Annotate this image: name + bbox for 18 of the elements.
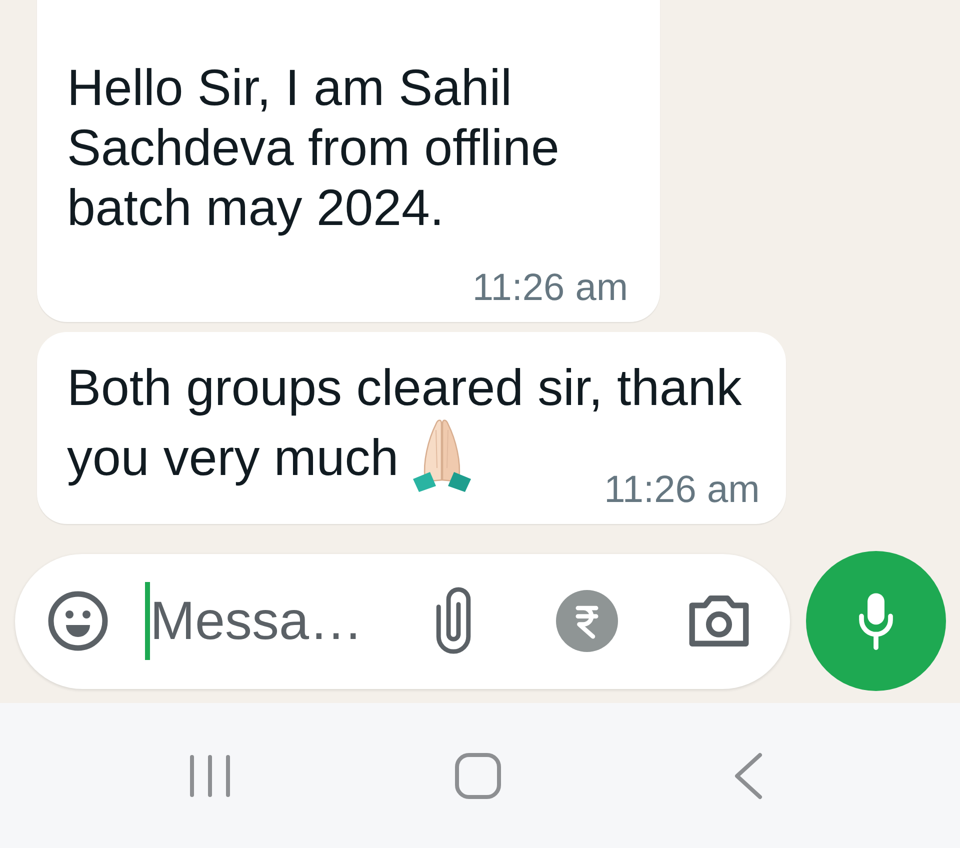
message-field[interactable]: Messa… <box>15 554 790 688</box>
camera-icon[interactable] <box>689 595 749 647</box>
message-text: you very much <box>67 428 399 488</box>
back-icon[interactable] <box>733 752 763 800</box>
message-text: Sachdeva from offline <box>67 119 560 176</box>
message-time: 11:26 am <box>604 470 760 510</box>
message-text: batch may 2024. <box>67 178 444 238</box>
message-input[interactable]: Messa… <box>150 588 406 654</box>
home-icon[interactable] <box>455 752 501 798</box>
message-text: Both groups cleared sir, thank <box>67 359 742 416</box>
smiley-icon[interactable] <box>48 591 108 651</box>
rupee-icon[interactable] <box>556 590 618 652</box>
paperclip-icon[interactable] <box>436 586 471 656</box>
microphone-icon <box>859 592 893 650</box>
message-time: 11:26 am <box>472 268 628 308</box>
folded-hands-icon <box>410 418 473 492</box>
recent-apps-icon[interactable] <box>188 754 232 798</box>
message-text: Hello Sir, I am Sahil <box>67 59 512 116</box>
